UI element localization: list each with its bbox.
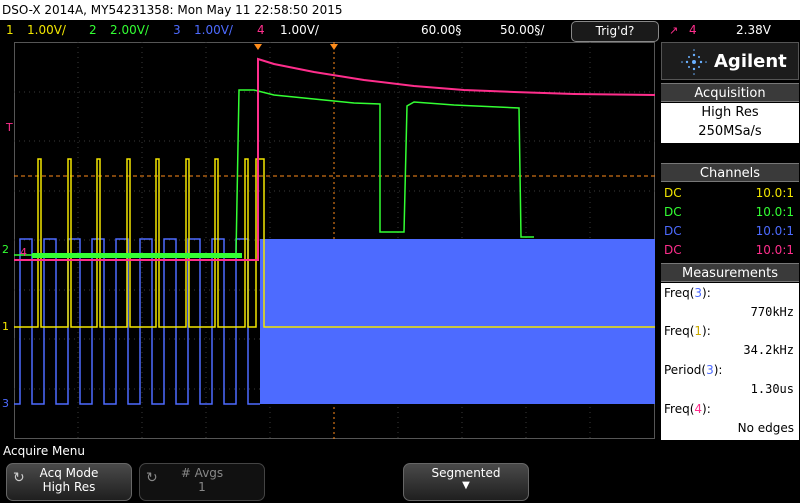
measurement-4-name: Freq	[664, 402, 690, 416]
measurement-2-value-row: 34.2kHz	[664, 341, 794, 359]
ch1-ground-marker[interactable]: 1	[2, 320, 9, 333]
trigger-position-marker	[330, 44, 338, 50]
ch4-scale[interactable]: 1.00V/	[280, 23, 319, 37]
channel-row-4: DC 10.0:1	[664, 241, 794, 259]
menu-title: Acquire Menu	[3, 444, 85, 458]
ch3-scale[interactable]: 1.00V/	[194, 23, 233, 37]
arrow-down-icon: ▼	[462, 480, 470, 491]
ch3-ground-marker[interactable]: 3	[2, 397, 9, 410]
ch2-number[interactable]: 2	[89, 23, 97, 37]
ch1-probe: 10.0:1	[755, 186, 794, 200]
ch4-ground-marker[interactable]: 4	[20, 246, 27, 259]
ch3-coupling: DC	[664, 224, 682, 238]
status-bar: 1 1.00V/ 2 2.00V/ 3 1.00V/ 4 1.00V/ 60.0…	[0, 20, 800, 41]
ch3-number[interactable]: 3	[173, 23, 181, 37]
measurement-3-source: 3	[706, 363, 714, 377]
ch2-flat-band	[32, 253, 242, 258]
trigger-level[interactable]: 2.38V	[736, 23, 771, 37]
ch2-trace	[14, 89, 534, 256]
measurement-2-name: Freq	[664, 324, 690, 338]
acq-mode-softkey[interactable]: ↻ Acq Mode High Res	[6, 463, 132, 501]
acquisition-rate: 250MSa/s	[698, 124, 762, 139]
measurement-4-source: 4	[694, 402, 703, 416]
avgs-softkey[interactable]: ↻ # Avgs 1	[139, 463, 265, 501]
agilent-spark-icon	[681, 49, 707, 75]
measurement-2-value: 34.2kHz	[743, 343, 794, 357]
measurement-1-value-row: 770kHz	[664, 303, 794, 321]
ch3-trace	[14, 238, 260, 405]
trigger-marker: T	[6, 121, 13, 134]
measurement-2-source: 1	[694, 324, 703, 338]
measurement-3-value: 1.30us	[750, 382, 794, 396]
channel-row-3: DC 10.0:1	[664, 222, 794, 240]
channel-row-2: DC 10.0:1	[664, 203, 794, 221]
avgs-value: 1	[198, 480, 206, 494]
measurement-1-name: Freq	[664, 286, 690, 300]
ch4-trace	[14, 57, 655, 261]
ch4-probe: 10.0:1	[755, 243, 794, 257]
measurement-4-value-row: No edges	[664, 419, 794, 437]
measurement-1-source: 3	[694, 286, 703, 300]
ch1-scale[interactable]: 1.00V/	[27, 23, 66, 37]
measurement-4-label: Freq(4):	[664, 402, 711, 416]
ch3-probe: 10.0:1	[755, 224, 794, 238]
brand-name: Agilent	[714, 51, 787, 72]
acquisition-box: High Res 250MSa/s	[661, 103, 799, 143]
ch3-burst	[260, 239, 655, 404]
trigger-source[interactable]: 4	[689, 23, 697, 37]
channels-box: DC 10.0:1 DC 10.0:1 DC 10.0:1 DC 10.0:1	[661, 183, 799, 261]
segmented-softkey[interactable]: Segmented ▼	[403, 463, 529, 501]
measurement-1-label: Freq(3):	[664, 286, 711, 300]
rotate-knob-icon: ↻	[13, 470, 25, 486]
acquisition-header[interactable]: Acquisition	[661, 83, 799, 102]
measurement-2-label: Freq(1):	[664, 324, 711, 338]
measurement-4-value: No edges	[737, 421, 794, 435]
ch2-ground-marker[interactable]: 2	[2, 243, 9, 256]
measurement-3-value-row: 1.30us	[664, 380, 794, 398]
rotate-knob-icon-disabled: ↻	[146, 470, 158, 486]
acq-mode-value: High Res	[42, 480, 96, 494]
ch1-number[interactable]: 1	[6, 23, 14, 37]
channels-header[interactable]: Channels	[661, 163, 799, 182]
trigger-slope-icon: ↗	[669, 24, 679, 37]
ch2-scale[interactable]: 2.00V/	[110, 23, 149, 37]
side-panel: Agilent Acquisition High Res 250MSa/s Ch…	[661, 42, 799, 440]
timebase-delay[interactable]: 60.00§	[421, 23, 461, 37]
ch1-coupling: DC	[664, 186, 682, 200]
brand-logo: Agilent	[661, 42, 799, 80]
measurement-3-label: Period(3):	[664, 363, 723, 377]
delay-marker	[254, 44, 262, 50]
softkey-menu: Acquire Menu ↻ Acq Mode High Res ↻ # Avg…	[0, 443, 800, 503]
segmented-label: Segmented	[431, 466, 501, 480]
trigger-status-button[interactable]: Trig'd?	[571, 21, 659, 42]
avgs-label: # Avgs	[180, 466, 224, 480]
ch4-number[interactable]: 4	[257, 23, 265, 37]
acquisition-mode: High Res	[701, 105, 759, 120]
timebase-scale[interactable]: 50.00§/	[500, 23, 544, 37]
measurements-box: Freq(3): 770kHz Freq(1): 34.2kHz Period(…	[661, 283, 799, 440]
channel-row-1: DC 10.0:1	[664, 184, 794, 202]
ch2-probe: 10.0:1	[755, 205, 794, 219]
ch4-coupling: DC	[664, 243, 682, 257]
title-bar: DSO-X 2014A, MY54231358: Mon May 11 22:5…	[0, 0, 800, 20]
measurements-header[interactable]: Measurements	[661, 263, 799, 282]
ch2-coupling: DC	[664, 205, 682, 219]
measurement-1-value: 770kHz	[750, 305, 794, 319]
acq-mode-label: Acq Mode	[39, 466, 99, 480]
measurement-3-name: Period	[664, 363, 702, 377]
title-text: DSO-X 2014A, MY54231358: Mon May 11 22:5…	[2, 3, 343, 17]
waveform-plot[interactable]	[14, 42, 655, 439]
